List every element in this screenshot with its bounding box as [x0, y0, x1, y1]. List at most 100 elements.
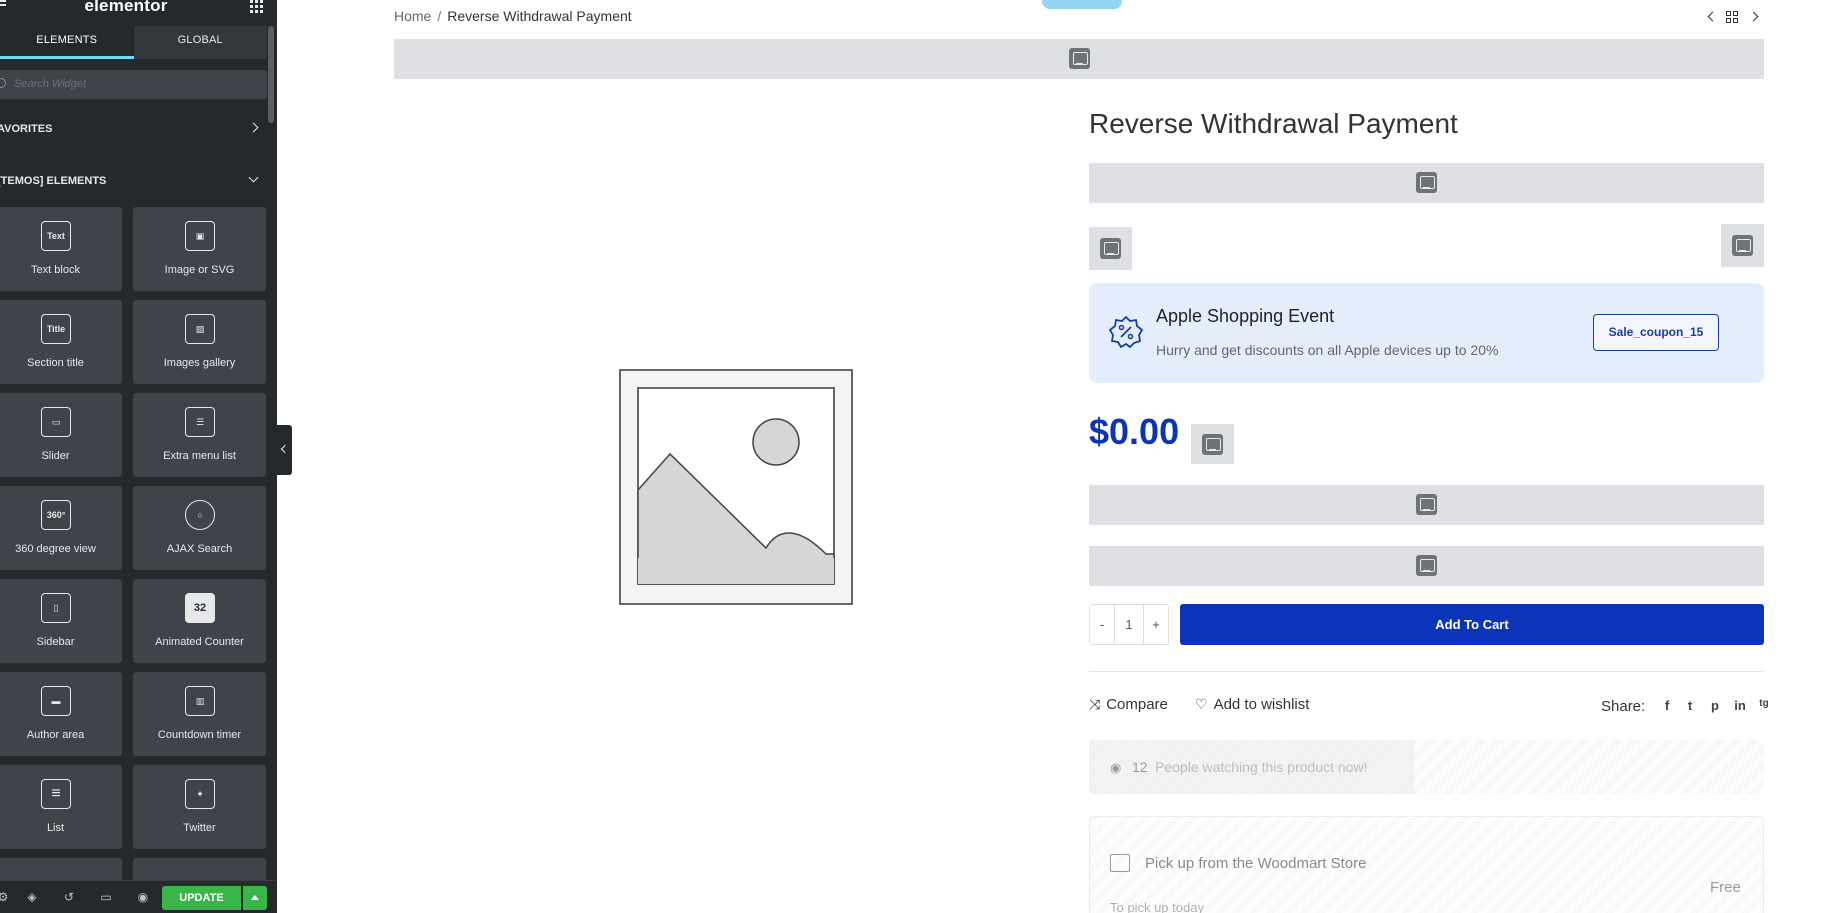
history-icon[interactable]: ↺ — [63, 891, 75, 903]
placeholder-widget-icon — [1732, 235, 1753, 256]
tab-global[interactable]: GLOBAL — [133, 26, 267, 59]
previous-product-icon[interactable] — [1707, 11, 1718, 22]
placeholder-widget-icon — [1416, 172, 1437, 193]
widget-placeholder-bar[interactable] — [394, 39, 1764, 79]
twitter-icon[interactable]: t — [1682, 698, 1698, 713]
widget-label: Text block — [31, 264, 80, 276]
widget-label: 360 degree view — [15, 543, 96, 555]
tab-elements[interactable]: ELEMENTS — [0, 26, 134, 59]
text-block-icon: Text — [41, 221, 71, 251]
responsive-mode-icon[interactable]: ▭ — [100, 891, 112, 903]
next-product-icon[interactable] — [1748, 11, 1759, 22]
placeholder-widget-icon — [1416, 494, 1437, 515]
breadcrumb-home-link[interactable]: Home — [394, 8, 431, 24]
back-to-shop-grid-icon[interactable] — [1726, 11, 1739, 23]
placeholder-widget-icon — [1202, 434, 1223, 455]
product-navigation — [1707, 9, 1763, 25]
widget-label: Author area — [26, 729, 85, 741]
widget-image-svg[interactable]: ▣ Image or SVG — [133, 207, 266, 291]
animated-counter-icon: 32 — [185, 593, 215, 623]
pinterest-icon[interactable]: p — [1707, 698, 1723, 713]
people-watching-notice: ◉ 12 People watching this product now! — [1089, 740, 1764, 794]
widget-section-title[interactable]: Title Section title — [0, 300, 122, 384]
compare-link[interactable]: ⤨ Compare — [1089, 696, 1168, 713]
widget-placeholder-bar[interactable] — [1089, 485, 1764, 525]
chevron-right-icon — [248, 122, 259, 133]
category-favorites[interactable]: AVORITES — [0, 114, 267, 144]
eye-icon: ◉ — [1110, 760, 1122, 775]
add-to-cart-button[interactable]: Add To Cart — [1180, 604, 1764, 645]
watching-text: People watching this product now! — [1155, 759, 1368, 775]
category-xtemos-elements[interactable]: [TEMOS] ELEMENTS — [0, 166, 267, 196]
widget-search — [0, 70, 267, 99]
author-area-icon: ▬ — [41, 686, 71, 716]
widget-animated-counter[interactable]: 32 Animated Counter — [133, 579, 266, 663]
widget-extra-menu-list[interactable]: ☰ Extra menu list — [133, 393, 266, 477]
quantity-input[interactable] — [1114, 605, 1144, 644]
quantity-plus-button[interactable]: + — [1144, 605, 1168, 644]
widgets-grid-icon[interactable] — [250, 0, 263, 13]
widget-placeholder-square[interactable] — [1191, 424, 1234, 464]
widget-author-area[interactable]: ▬ Author area — [0, 672, 122, 756]
sidebar-icon: ▯ — [41, 593, 71, 623]
search-widget-input[interactable] — [14, 75, 254, 93]
breadcrumb-separator: / — [437, 8, 442, 24]
widget-placeholder-bar[interactable] — [1089, 546, 1764, 586]
quantity-minus-button[interactable]: - — [1090, 605, 1114, 644]
navigator-layers-icon[interactable]: ◈ — [26, 891, 38, 903]
compare-label: Compare — [1106, 696, 1168, 713]
twitter-icon: ✦ — [185, 779, 215, 809]
widget-placeholder-square[interactable] — [1089, 227, 1132, 270]
placeholder-widget-icon — [1100, 238, 1121, 259]
slider-icon: ▭ — [41, 407, 71, 437]
widget-label: Image or SVG — [164, 264, 235, 276]
widget-placeholder-bar[interactable] — [1089, 163, 1764, 203]
pickup-price: Free — [1710, 879, 1741, 896]
panel-tabs: ELEMENTS GLOBAL — [0, 26, 267, 59]
collapse-panel-handle[interactable] — [277, 425, 292, 475]
product-price: $0.00 — [1089, 411, 1180, 452]
update-options-caret-icon[interactable] — [243, 886, 267, 910]
coupon-code-button[interactable]: Sale_coupon_15 — [1593, 314, 1719, 351]
widget-slider[interactable]: ▭ Slider — [0, 393, 122, 477]
widget-placeholder-square[interactable] — [1721, 224, 1764, 267]
widget-label: Images gallery — [163, 357, 236, 369]
category-label: [TEMOS] ELEMENTS — [0, 175, 107, 187]
wishlist-link[interactable]: ♡ Add to wishlist — [1195, 696, 1309, 713]
widget-countdown-timer[interactable]: ▥ Countdown timer — [133, 672, 266, 756]
product-placeholder-image[interactable] — [618, 368, 854, 606]
search-icon — [0, 78, 6, 88]
placeholder-widget-icon — [1069, 48, 1090, 69]
section-title-icon: Title — [41, 314, 71, 344]
store-icon — [1110, 854, 1130, 872]
pickup-subtitle: To pick up today — [1110, 900, 1204, 913]
telegram-icon[interactable]: tg — [1756, 698, 1772, 709]
section-handle[interactable] — [1042, 0, 1122, 9]
breadcrumb: Home / Reverse Withdrawal Payment — [394, 8, 632, 24]
widget-label: Twitter — [183, 822, 216, 834]
elementor-logo: elementor — [84, 0, 168, 15]
widget-list[interactable]: ≡ List — [0, 765, 122, 849]
preview-eye-icon[interactable]: ◉ — [137, 891, 149, 903]
coupon-title: Apple Shopping Event — [1156, 306, 1335, 326]
share-label: Share: — [1601, 698, 1646, 715]
widget-label: Section title — [27, 357, 84, 369]
widget-label: Extra menu list — [163, 450, 236, 462]
panel-header: elementor — [0, 0, 277, 16]
linkedin-icon[interactable]: in — [1732, 698, 1748, 713]
widget-twitter[interactable]: ✦ Twitter — [133, 765, 266, 849]
panel-scrollbar[interactable] — [268, 26, 274, 123]
settings-icon[interactable]: ⚙ — [0, 891, 9, 903]
widget-text-block[interactable]: Text Text block — [0, 207, 122, 291]
widget-sidebar[interactable]: ▯ Sidebar — [0, 579, 122, 663]
facebook-icon[interactable]: f — [1659, 698, 1675, 713]
coupon-description: Hurry and get discounts on all Apple dev… — [1156, 342, 1499, 358]
elementor-panel: elementor ELEMENTS GLOBAL AVORITES [TEMO… — [0, 0, 277, 913]
widget-360-view[interactable]: 360° 360 degree view — [0, 486, 122, 570]
widget-label: Slider — [41, 450, 70, 462]
extra-menu-list-icon: ☰ — [185, 407, 215, 437]
widget-ajax-search[interactable]: ○ AJAX Search — [133, 486, 266, 570]
widget-images-gallery[interactable]: ▨ Images gallery — [133, 300, 266, 384]
update-button[interactable]: UPDATE — [162, 886, 241, 910]
ajax-search-icon: ○ — [185, 500, 215, 530]
